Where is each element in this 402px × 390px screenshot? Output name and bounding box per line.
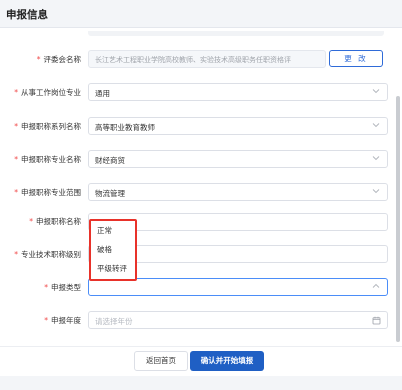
- chevron-down-icon: [372, 87, 380, 95]
- position-value: 通用: [95, 89, 110, 98]
- tech-level-label: * 专业技术职称级别: [14, 250, 81, 259]
- scrollbar[interactable]: [396, 96, 400, 342]
- apply-year-picker[interactable]: 请选择年份: [88, 311, 388, 329]
- chevron-down-icon: [372, 187, 380, 195]
- scope-select[interactable]: 物流管理: [88, 183, 388, 201]
- series-value: 高等职业教育教师: [95, 123, 155, 132]
- chevron-down-icon: [372, 121, 380, 129]
- dropdown-option-normal[interactable]: 正常: [97, 225, 112, 236]
- change-button[interactable]: 更 改: [329, 50, 383, 67]
- scope-label: * 申报职称专业范围: [14, 188, 81, 197]
- major-select[interactable]: 财经商贸: [88, 150, 388, 168]
- apply-year-placeholder: 请选择年份: [95, 317, 133, 326]
- apply-type-label: * 申报类型: [44, 283, 81, 292]
- series-label: * 申报职称系列名称: [14, 122, 81, 131]
- chevron-up-icon: [372, 282, 380, 290]
- position-select[interactable]: 通用: [88, 83, 388, 101]
- top-strip: [88, 31, 384, 36]
- major-value: 财经商贸: [95, 156, 125, 165]
- chevron-down-icon: [372, 154, 380, 162]
- reviewer-field: 长江艺术工程职业学院高校教师、实验技术高级职务任职资格评: [88, 50, 326, 68]
- series-select[interactable]: 高等职业教育教师: [88, 117, 388, 135]
- apply-year-label: * 申报年度: [44, 316, 81, 325]
- title-name-label: * 申报职称名称: [29, 217, 81, 226]
- bottom-band: [0, 376, 402, 390]
- dropdown-option-lateral[interactable]: 平级转评: [97, 263, 127, 274]
- scope-value: 物流管理: [95, 189, 125, 198]
- calendar-icon: [372, 316, 381, 325]
- reviewer-label: * 评委会名称: [36, 55, 81, 64]
- confirm-start-button[interactable]: 确认并开始填报: [190, 351, 264, 371]
- dropdown-option-exceptional[interactable]: 破格: [97, 244, 112, 255]
- reviewer-value: 长江艺术工程职业学院高校教师、实验技术高级职务任职资格评: [95, 56, 291, 64]
- position-label: * 从事工作岗位专业: [14, 88, 81, 97]
- back-home-button[interactable]: 返回首页: [134, 351, 188, 371]
- page-header: 申报信息: [0, 0, 402, 28]
- page-title: 申报信息: [6, 9, 48, 21]
- major-label: * 申报职称专业名称: [14, 155, 81, 164]
- apply-type-dropdown: 正常 破格 平级转评: [89, 219, 137, 281]
